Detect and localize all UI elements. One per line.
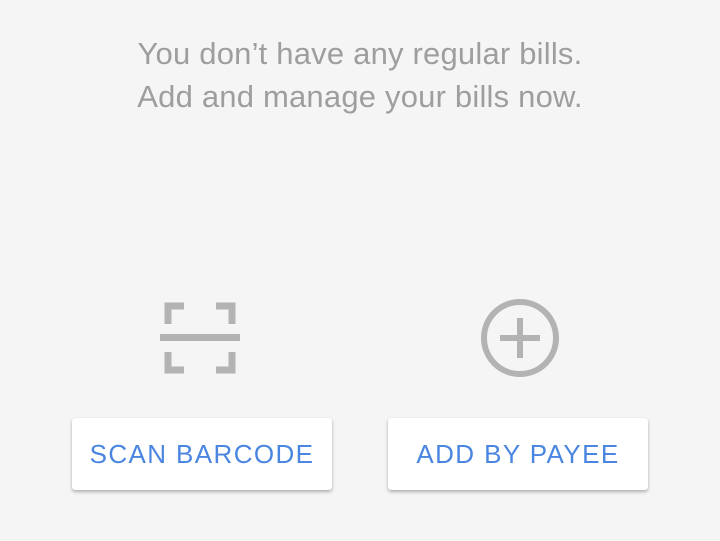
add-circle-icon[interactable]	[478, 296, 562, 380]
empty-state-line-2: Add and manage your bills now.	[137, 79, 583, 114]
empty-state-line-1: You don’t have any regular bills.	[137, 36, 583, 71]
add-by-payee-button[interactable]: ADD BY PAYEE	[388, 418, 648, 490]
empty-state-message: You don’t have any regular bills. Add an…	[0, 32, 720, 118]
empty-bills-screen: You don’t have any regular bills. Add an…	[0, 0, 720, 541]
barcode-scan-icon[interactable]	[158, 296, 242, 380]
scan-barcode-button[interactable]: SCAN BARCODE	[72, 418, 332, 490]
